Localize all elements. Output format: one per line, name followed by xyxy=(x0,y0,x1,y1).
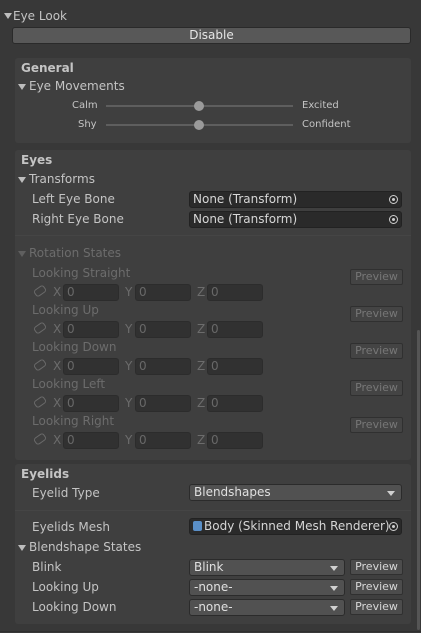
eye-movements-foldout-arrow-icon[interactable] xyxy=(18,84,26,90)
rotation-x-field[interactable]: 0 xyxy=(63,321,119,338)
divider xyxy=(15,510,411,511)
eye-movements-label[interactable]: Eye Movements xyxy=(29,79,125,93)
rotation-x-field[interactable]: 0 xyxy=(63,395,119,412)
preview-button[interactable]: Preview xyxy=(350,417,403,433)
rotation-y-field[interactable]: 0 xyxy=(135,321,191,338)
axis-x-label: X xyxy=(53,359,62,373)
rotation-x-field[interactable]: 0 xyxy=(63,432,119,449)
dropdown-arrow-icon xyxy=(387,491,395,496)
bottom-border xyxy=(0,631,421,632)
object-picker-icon[interactable] xyxy=(389,215,398,224)
axis-x-label: X xyxy=(53,396,62,410)
rotation-states-label[interactable]: Rotation States xyxy=(29,246,121,260)
eyelid-type-value: Blendshapes xyxy=(194,485,271,499)
rotation-state-label: Looking Straight xyxy=(32,266,131,280)
rotation-z-field[interactable]: 0 xyxy=(207,432,263,449)
eyelids-mesh-value: Body (Skinned Mesh Renderer) xyxy=(204,519,390,533)
left-eye-bone-label: Left Eye Bone xyxy=(32,192,115,206)
shy-confident-slider-thumb[interactable] xyxy=(194,120,204,130)
rotation-state-label: Looking Right xyxy=(32,414,115,428)
left-eye-bone-field[interactable]: None (Transform) xyxy=(189,191,402,208)
confident-label: Confident xyxy=(302,119,351,130)
rotation-z-field[interactable]: 0 xyxy=(207,284,263,301)
eyelids-mesh-field[interactable]: Body (Skinned Mesh Renderer) xyxy=(189,518,402,535)
eyelid-type-label: Eyelid Type xyxy=(32,486,100,500)
axis-y-label: Y xyxy=(125,285,133,299)
preview-button[interactable]: Preview xyxy=(350,380,403,396)
axis-z-label: Z xyxy=(197,322,206,336)
eyelids-mesh-label: Eyelids Mesh xyxy=(32,520,111,534)
eyelids-heading: Eyelids xyxy=(21,467,70,481)
rotation-z-field[interactable]: 0 xyxy=(207,321,263,338)
calm-label: Calm xyxy=(72,100,98,111)
axis-x-label: X xyxy=(53,433,62,447)
rotation-x-field[interactable]: 0 xyxy=(63,284,119,301)
shy-label: Shy xyxy=(78,119,97,130)
eye-look-foldout-arrow-icon[interactable] xyxy=(4,13,12,19)
axis-y-label: Y xyxy=(125,322,133,336)
axis-z-label: Z xyxy=(197,433,206,447)
transforms-label[interactable]: Transforms xyxy=(29,172,95,186)
rotation-y-field[interactable]: 0 xyxy=(135,284,191,301)
rotation-state-label: Looking Up xyxy=(32,303,99,317)
rotation-y-field[interactable]: 0 xyxy=(135,395,191,412)
eyes-heading: Eyes xyxy=(21,153,53,167)
transforms-foldout-arrow-icon[interactable] xyxy=(18,177,26,183)
axis-x-label: X xyxy=(53,285,62,299)
general-heading: General xyxy=(21,61,74,75)
blendshape-dropdown[interactable]: Blink xyxy=(189,559,345,576)
object-picker-icon[interactable] xyxy=(389,195,398,204)
eye-look-title[interactable]: Eye Look xyxy=(13,9,67,23)
blendshape-value: -none- xyxy=(194,580,233,594)
blendshape-state-label: Looking Up xyxy=(32,580,99,594)
left-eye-bone-value: None (Transform) xyxy=(193,192,298,206)
scrollbar[interactable] xyxy=(417,330,420,630)
divider xyxy=(15,235,411,236)
preview-button[interactable]: Preview xyxy=(350,343,403,359)
axis-y-label: Y xyxy=(125,359,133,373)
rotation-state-label: Looking Left xyxy=(32,377,106,391)
axis-z-label: Z xyxy=(197,359,206,373)
rotation-z-field[interactable]: 0 xyxy=(207,395,263,412)
right-eye-bone-field[interactable]: None (Transform) xyxy=(189,211,402,228)
excited-label: Excited xyxy=(302,100,339,111)
axis-z-label: Z xyxy=(197,396,206,410)
dropdown-arrow-icon xyxy=(330,586,338,591)
rotation-state-label: Looking Down xyxy=(32,340,117,354)
rotation-x-field[interactable]: 0 xyxy=(63,358,119,375)
rotation-y-field[interactable]: 0 xyxy=(135,432,191,449)
blendshape-states-foldout-arrow-icon[interactable] xyxy=(18,545,26,551)
rotation-states-foldout-arrow-icon[interactable] xyxy=(18,251,26,257)
blendshape-state-label: Looking Down xyxy=(32,600,117,614)
preview-button[interactable]: Preview xyxy=(350,559,403,575)
blendshape-value: -none- xyxy=(194,600,233,614)
preview-button[interactable]: Preview xyxy=(350,599,403,615)
object-picker-icon[interactable] xyxy=(389,522,398,531)
rotation-y-field[interactable]: 0 xyxy=(135,358,191,375)
blendshape-states-label[interactable]: Blendshape States xyxy=(29,540,141,554)
skinned-mesh-renderer-icon xyxy=(193,521,202,531)
dropdown-arrow-icon xyxy=(330,606,338,611)
axis-y-label: Y xyxy=(125,396,133,410)
eyelid-type-dropdown[interactable]: Blendshapes xyxy=(189,484,402,501)
rotation-z-field[interactable]: 0 xyxy=(207,358,263,375)
right-eye-bone-label: Right Eye Bone xyxy=(32,212,124,226)
blendshape-state-label: Blink xyxy=(32,560,62,574)
axis-z-label: Z xyxy=(197,285,206,299)
axis-y-label: Y xyxy=(125,433,133,447)
blendshape-dropdown[interactable]: -none- xyxy=(189,579,345,596)
right-eye-bone-value: None (Transform) xyxy=(193,212,298,226)
calm-excited-slider-thumb[interactable] xyxy=(194,101,204,111)
blendshape-value: Blink xyxy=(194,560,224,574)
axis-x-label: X xyxy=(53,322,62,336)
preview-button[interactable]: Preview xyxy=(350,306,403,322)
preview-button[interactable]: Preview xyxy=(350,269,403,285)
dropdown-arrow-icon xyxy=(330,566,338,571)
blendshape-dropdown[interactable]: -none- xyxy=(189,599,345,616)
disable-button[interactable]: Disable xyxy=(12,27,411,44)
preview-button[interactable]: Preview xyxy=(350,579,403,595)
